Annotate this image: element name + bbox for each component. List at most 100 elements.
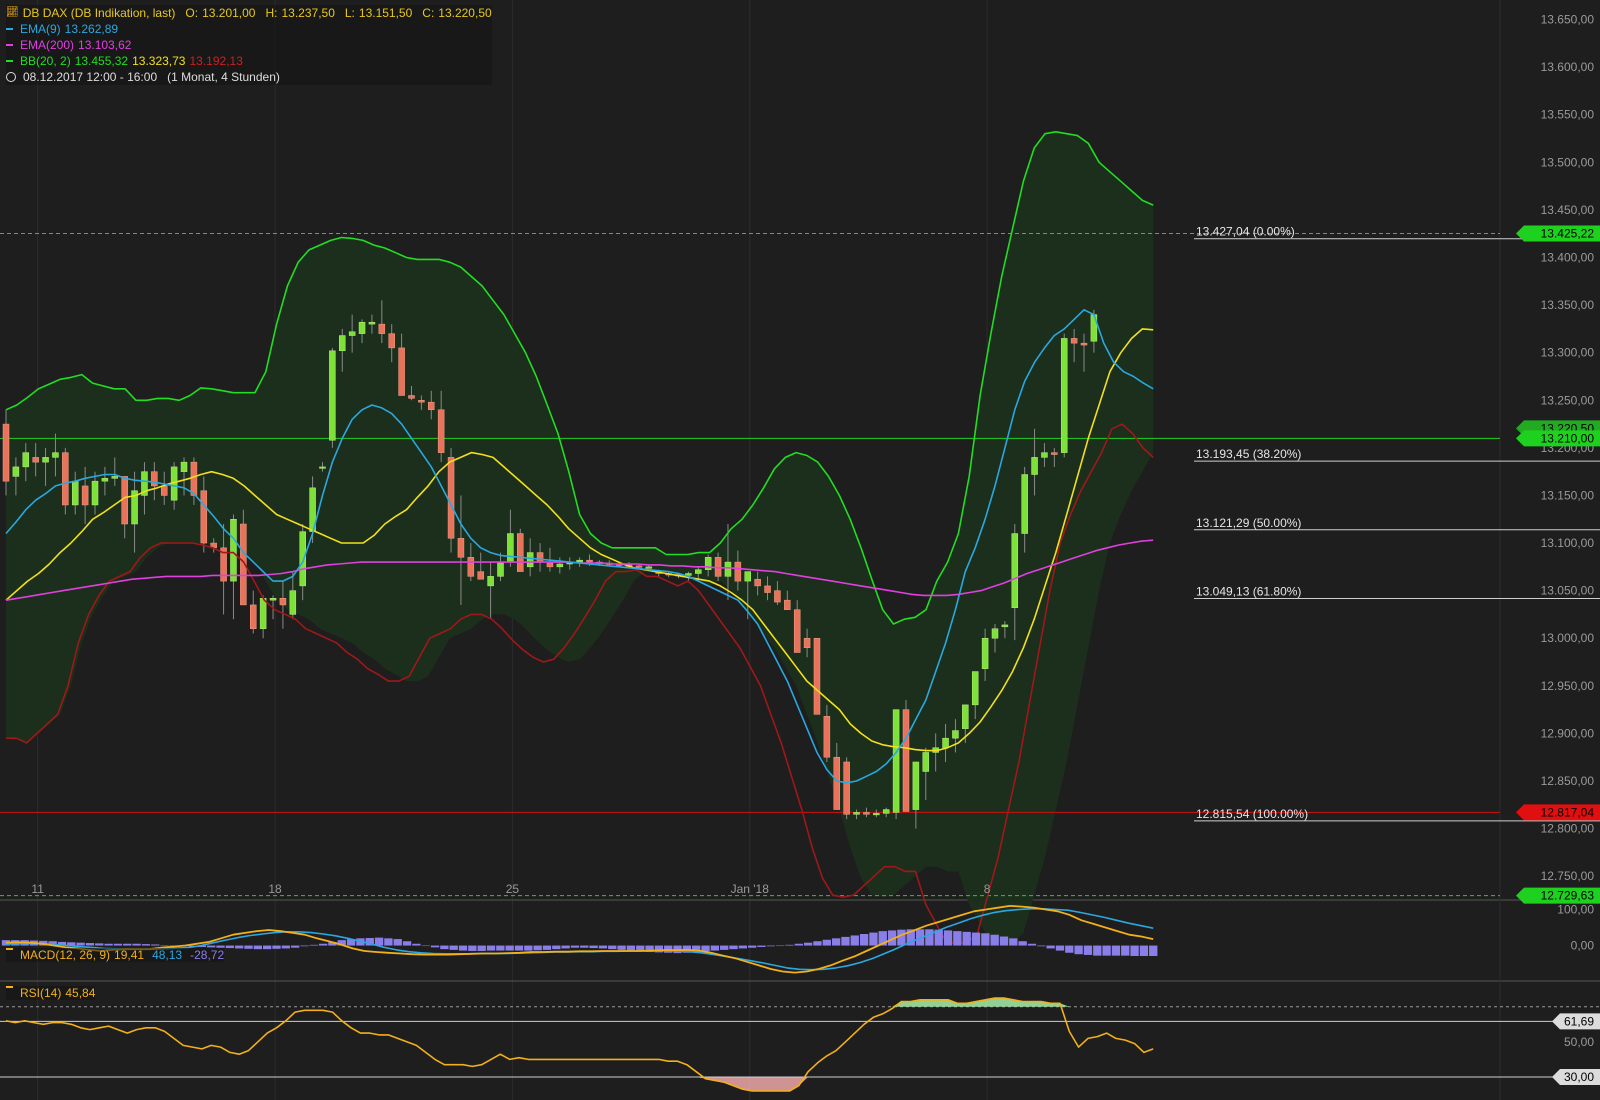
chart-canvas[interactable]: 13.427,04 (0.00%) 13.193,45 (38.20%) 13.12… bbox=[0, 0, 1600, 1100]
macd-histogram-bar bbox=[244, 945, 253, 949]
candle-body bbox=[962, 704, 969, 729]
ema200-value: 13.103,62 bbox=[78, 38, 132, 52]
candle-body bbox=[358, 321, 366, 334]
macd-histogram-bar bbox=[505, 945, 514, 951]
macd-histogram-bar bbox=[953, 931, 962, 946]
macd-histogram-bar bbox=[384, 938, 393, 946]
macd-histogram-bar bbox=[552, 945, 561, 950]
candle-body bbox=[823, 716, 831, 758]
candle-body bbox=[477, 571, 484, 580]
candle-body bbox=[1021, 474, 1028, 534]
candle-body bbox=[388, 333, 395, 349]
macd-histogram-bar bbox=[794, 943, 803, 946]
macd-histogram-bar bbox=[486, 945, 496, 951]
legend-bb-row[interactable]: BB(20, 2) 13.455,32 13.323,73 13.192,13 bbox=[6, 53, 492, 69]
candle-body bbox=[121, 476, 128, 525]
candle-body bbox=[803, 637, 811, 649]
candle-body bbox=[853, 812, 860, 815]
macd-histogram-bar bbox=[626, 945, 636, 951]
rsi-legend[interactable]: RSI(14) 45,84 bbox=[6, 986, 96, 1000]
candle-body bbox=[160, 485, 168, 496]
macd-histogram-bar bbox=[458, 945, 468, 951]
price-tick-label: 12.950,00 bbox=[1541, 679, 1595, 693]
macd-histogram-bar bbox=[925, 929, 934, 946]
legend-ema9-row[interactable]: EMA(9) 13.262,89 bbox=[6, 21, 492, 37]
signal-value: 48,13 bbox=[152, 948, 183, 962]
candle-body bbox=[200, 490, 208, 544]
price-tick-label: 13.150,00 bbox=[1541, 488, 1595, 502]
macd-histogram-bar bbox=[374, 937, 384, 946]
candle-body bbox=[230, 519, 237, 582]
bb-label: BB(20, 2) bbox=[20, 54, 71, 68]
price-tick-label: 13.450,00 bbox=[1541, 203, 1595, 217]
high-label: H: bbox=[265, 6, 278, 20]
candle-body bbox=[882, 809, 890, 814]
macd-histogram-bar bbox=[971, 932, 981, 946]
fib-level-label: 12.815,54 (100.00%) bbox=[1196, 807, 1308, 821]
price-tick-label: 13.600,00 bbox=[1541, 60, 1595, 74]
candle-body bbox=[111, 476, 119, 479]
macd-histogram-bar bbox=[831, 938, 841, 946]
candle-body bbox=[635, 565, 643, 568]
timestamp: 08.12.2017 12:00 - 16:00 bbox=[23, 70, 158, 84]
macd-histogram-bar bbox=[477, 945, 486, 951]
macd-histogram-bar bbox=[589, 945, 598, 949]
low-label: L: bbox=[344, 6, 355, 20]
candle-body bbox=[398, 347, 405, 396]
candle-body bbox=[754, 578, 761, 587]
macd-histogram-bar bbox=[160, 945, 169, 947]
candle-body bbox=[873, 813, 880, 816]
symbol-label[interactable]: DB DAX (DB Indikation, last) bbox=[23, 5, 176, 21]
macd-histogram-bar bbox=[981, 933, 990, 946]
chart-legend: 📈︎ DB DAX (DB Indikation, last) O: 13.201… bbox=[6, 5, 492, 85]
candle-body bbox=[62, 452, 69, 506]
price-tick-label: 13.100,00 bbox=[1541, 536, 1595, 550]
candle-body bbox=[457, 538, 465, 558]
candle-body bbox=[734, 561, 742, 582]
candle-body bbox=[487, 576, 494, 587]
macd-histogram-bar bbox=[1149, 945, 1158, 957]
macd-histogram-bar bbox=[402, 941, 412, 946]
price-tick-label: 13.050,00 bbox=[1541, 584, 1595, 598]
macd-histogram-bar bbox=[608, 945, 617, 950]
candle-body bbox=[695, 569, 702, 574]
candle-body bbox=[151, 471, 158, 487]
chart-type-icon[interactable]: 📈︎ bbox=[6, 5, 19, 21]
ema9-label: EMA(9) bbox=[20, 22, 61, 36]
candle-body bbox=[833, 756, 841, 810]
macd-histogram-bar bbox=[318, 943, 328, 946]
macd-histogram-bar bbox=[1037, 945, 1046, 947]
macd-histogram-bar bbox=[580, 945, 589, 948]
candle-body bbox=[714, 557, 722, 577]
candle-body bbox=[81, 485, 89, 506]
bb-lower-value: 13.192,13 bbox=[189, 54, 243, 68]
macd-histogram-bar bbox=[141, 944, 151, 946]
price-tick-label: 12.850,00 bbox=[1541, 774, 1595, 788]
candle-body bbox=[744, 571, 751, 582]
macd-histogram-bar bbox=[990, 934, 999, 946]
macd-histogram-bar bbox=[859, 934, 869, 946]
candle-body bbox=[1011, 533, 1019, 609]
macd-histogram-bar bbox=[1139, 945, 1149, 957]
bb-middle-value: 13.323,73 bbox=[132, 54, 186, 68]
candle-body bbox=[52, 452, 59, 458]
macd-legend[interactable]: MACD(12, 26, 9) 19,41 48,13 -28,72 bbox=[6, 948, 225, 962]
legend-ema200-row[interactable]: EMA(200) 13.103,62 bbox=[6, 37, 492, 53]
macd-histogram-bar bbox=[468, 945, 477, 951]
price-tick-label: 13.250,00 bbox=[1541, 393, 1595, 407]
macd-histogram-bar bbox=[440, 945, 449, 950]
macd-histogram-bar bbox=[290, 945, 300, 948]
legend-time-row: 08.12.2017 12:00 - 16:00 (1 Monat, 4 Stu… bbox=[6, 69, 492, 85]
candle-body bbox=[942, 737, 949, 748]
rsi-tick-label: 50,00 bbox=[1564, 1035, 1594, 1049]
macd-histogram-bar bbox=[748, 945, 757, 948]
candle-body bbox=[517, 533, 524, 572]
candle-body bbox=[912, 761, 920, 810]
macd-histogram-bar bbox=[113, 943, 123, 946]
candle-body bbox=[1070, 338, 1078, 344]
candle-body bbox=[556, 563, 564, 568]
macd-histogram-bar bbox=[225, 945, 235, 949]
candle-body bbox=[863, 812, 870, 815]
candle-body bbox=[447, 457, 455, 539]
ema9-swatch bbox=[6, 28, 13, 30]
